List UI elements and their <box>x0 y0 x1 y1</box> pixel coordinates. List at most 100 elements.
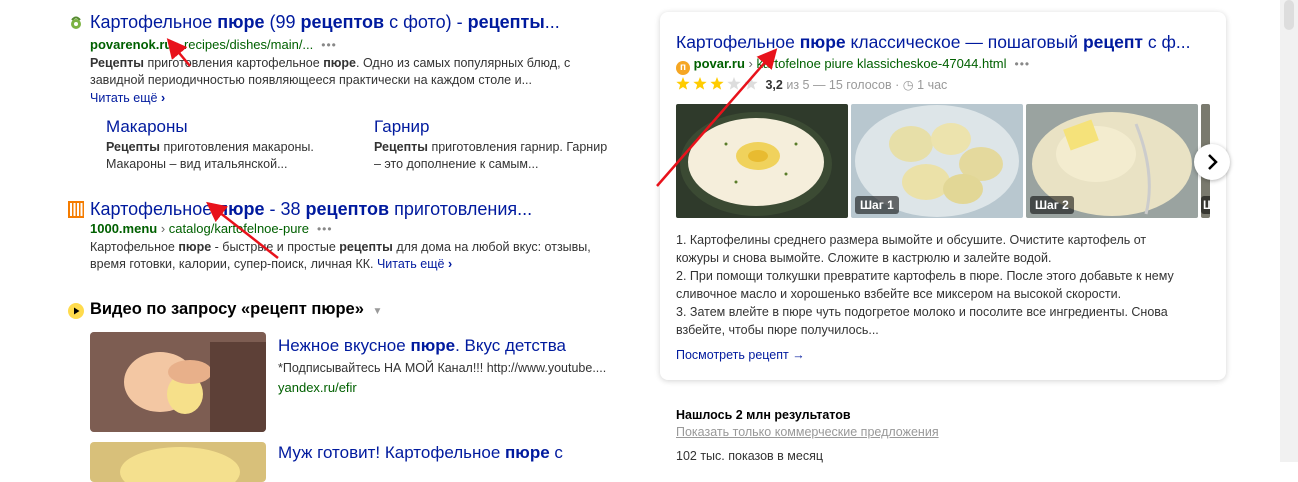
more-options-icon[interactable]: ••• <box>313 222 333 236</box>
title-bold: рецепты <box>467 12 545 32</box>
card-url: п povar.ru › kartofelnoe piure klassiche… <box>676 56 1030 75</box>
url-path-link[interactable]: kartofelnoe piure klassicheskoe-47044.ht… <box>757 56 1007 71</box>
title-text: . Вкус детства <box>455 336 566 355</box>
title-bold: рецепт <box>1082 32 1144 52</box>
recipe-photo-step-1[interactable]: Шаг 1 <box>851 104 1023 218</box>
more-options-icon[interactable]: ••• <box>317 38 337 52</box>
recipe-photo-step-2[interactable]: Шаг 2 <box>1026 104 1198 218</box>
favicon-1000menu-icon <box>68 201 84 218</box>
sitelink-snippet: Рецепты приготовления гарнир. Гарнир – э… <box>374 139 634 173</box>
instruction-line: 1. Картофелины среднего размера вымойте … <box>676 233 1147 247</box>
url-site-link[interactable]: povar.ru <box>694 56 745 71</box>
read-more-label: Читать ещё <box>376 257 445 271</box>
video-header-label: Видео по запросу «рецепт пюре» <box>90 300 364 318</box>
sitelink-makarony: Макароны Рецепты приготовления макароны.… <box>106 117 346 173</box>
snippet-text: - быстрые и простые <box>211 240 340 254</box>
recipe-card: Картофельное пюре классическое — пошагов… <box>660 12 1230 380</box>
cook-time: 1 час <box>917 78 948 92</box>
more-options-icon[interactable]: ••• <box>1010 57 1030 71</box>
video-section-header[interactable]: Видео по запросу «рецепт пюре» ▼ <box>90 300 382 319</box>
title-text: (99 <box>264 12 301 32</box>
url-path-link[interactable]: catalog/kartofelnoe-pure <box>169 221 309 236</box>
dropdown-caret-icon[interactable]: ▼ <box>372 306 382 317</box>
snippet-bold: рецепты <box>339 240 393 254</box>
title-bold: пюре <box>799 32 846 52</box>
scrollbar[interactable] <box>1280 0 1298 462</box>
video-description: *Подписывайтесь НА МОЙ Канал!!! http://w… <box>278 361 607 375</box>
video-source-link[interactable]: yandex.ru/efir <box>278 380 357 395</box>
title-text: с ф... <box>1143 32 1191 52</box>
video-thumbnail-2[interactable] <box>90 442 266 482</box>
result-snippet: Рецепты приготовления картофельное пюре.… <box>90 55 630 89</box>
results-count: Нашлось 2 млн результатов <box>676 408 851 422</box>
rating-votes: из 5 — 15 голосов <box>782 78 892 92</box>
url-path-link[interactable]: recipes/dishes/main/... <box>184 37 313 52</box>
result-title-link[interactable]: Картофельное пюре (99 рецептов с фото) -… <box>90 12 560 33</box>
play-circle-icon <box>68 303 84 324</box>
card-title-link[interactable]: Картофельное пюре классическое — пошагов… <box>676 32 1190 53</box>
video-title-link[interactable]: Нежное вкусное пюре. Вкус детства <box>278 336 566 356</box>
snippet-text: – это дополнение к самым... <box>374 157 539 171</box>
scrollbar-thumb[interactable] <box>1284 0 1294 30</box>
instruction-line: 3. Затем влейте в пюре чуть подогретое м… <box>676 305 1168 319</box>
url-separator: › <box>748 56 757 71</box>
title-text: Муж готовит! Картофельное <box>278 443 506 462</box>
sitelink-title-link[interactable]: Макароны <box>106 117 188 136</box>
instruction-line: сливочное масло и хорошенько взбейте все… <box>676 287 1122 301</box>
title-text: ... <box>544 12 560 32</box>
url-separator: › <box>175 37 184 52</box>
instruction-line: 2. При помощи толкушки превратите картоф… <box>676 269 1174 283</box>
snippet-text: приготовления гарнир. Гарнир <box>427 140 608 154</box>
sitelink-snippet: Рецепты приготовления макароны. Макароны… <box>106 139 346 173</box>
title-text: с фото) - <box>384 12 468 32</box>
result-url: povarenok.ru › recipes/dishes/main/... •… <box>90 37 337 52</box>
sitelink-title-link[interactable]: Гарнир <box>374 117 430 136</box>
snippet-text: время готовки, калории, супер-поиск, лич… <box>90 257 377 271</box>
result-title-link[interactable]: Картофельное пюре - 38 рецептов приготов… <box>90 199 532 220</box>
title-bold: пюре <box>217 12 265 32</box>
star-icon <box>710 77 724 90</box>
title-bold: рецептов <box>305 199 390 219</box>
url-site-link[interactable]: povarenok.ru <box>90 37 172 52</box>
title-text: Картофельное <box>90 199 218 219</box>
read-more-link[interactable]: Читать ещё › <box>90 91 165 105</box>
instruction-line: кожуры и снова вымойте. Сложите в кастрю… <box>676 251 1052 265</box>
recipe-instructions: 1. Картофелины среднего размера вымойте … <box>676 231 1216 339</box>
star-icon <box>676 77 690 90</box>
snippet-text: . Одно из самых популярных блюд, с <box>356 56 571 70</box>
snippet-bold: пюре <box>323 56 356 70</box>
rating-stars <box>676 77 762 94</box>
title-text: Нежное вкусное <box>278 336 411 355</box>
chevron-right-icon <box>1208 154 1218 170</box>
snippet-text: приготовления картофельное <box>143 56 324 70</box>
snippet-bold: пюре <box>178 240 212 254</box>
star-icon <box>727 77 741 90</box>
title-text: приготовления... <box>389 199 533 219</box>
read-more-link[interactable]: Читать ещё › <box>377 257 452 271</box>
result-url: 1000.menu › catalog/kartofelnoe-pure ••• <box>90 221 333 236</box>
snippet-text: Макароны – вид итальянской... <box>106 157 288 171</box>
snippet-bold: Рецепты <box>374 140 428 154</box>
see-recipe-link[interactable]: Посмотреть рецепт → <box>676 348 805 362</box>
title-text: Картофельное <box>90 12 218 32</box>
commercial-filter-link[interactable]: Показать только коммерческие предложения <box>676 425 1076 439</box>
step-label: Шаг 1 <box>855 196 899 214</box>
url-site-link[interactable]: 1000.menu <box>90 221 157 236</box>
snippet-text: приготовления макароны. <box>159 140 314 154</box>
chevron-right-icon: › <box>447 257 453 271</box>
recipe-photo-main[interactable] <box>676 104 848 218</box>
carousel-next-button[interactable] <box>1194 144 1230 180</box>
rating-stars-svg <box>676 77 758 90</box>
read-more-label: Читать ещё <box>90 91 158 105</box>
title-text: с <box>549 443 563 462</box>
snippet-bold: Рецепты <box>90 56 144 70</box>
snippet-text: завидной периодичностью появляющееся пра… <box>90 73 532 87</box>
snippet-bold: Рецепты <box>106 140 160 154</box>
snippet-text: Картофельное <box>90 240 179 254</box>
video-thumbnail-1[interactable] <box>90 332 266 432</box>
monthly-shows: 102 тыс. показов в месяц <box>676 449 824 463</box>
title-bold: рецептов <box>300 12 385 32</box>
star-icon <box>693 77 707 90</box>
video-title-link[interactable]: Муж готовит! Картофельное пюре с <box>278 443 563 463</box>
title-bold: пюре <box>217 199 265 219</box>
